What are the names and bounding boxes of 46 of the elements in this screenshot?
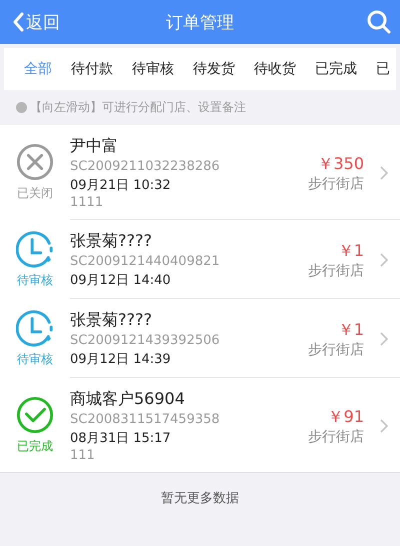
swipe-hint: 【向左滑动】可进行分配门店、设置备注 (30, 99, 246, 116)
store-name: 步行街店 (308, 174, 364, 192)
store-name: 步行街店 (308, 428, 364, 446)
order-time: 09月21日 10:32 (70, 177, 172, 195)
order-time: 08月31日 15:17 (70, 430, 172, 448)
order-amount: ￥1 (338, 240, 364, 262)
back-chevron-icon (12, 12, 24, 32)
order-item[interactable]: 商城客户56904 SC2008311517459358 08月31日 15:17 111 ￥91 步行街店 (70, 378, 400, 472)
order-number: SC2009121439392506 (70, 332, 221, 350)
search-icon[interactable] (366, 9, 392, 35)
status-label: 已完成 (17, 438, 53, 454)
order-time: 09月12日 14:39 (70, 351, 172, 369)
status-label: 待审核 (17, 272, 53, 289)
order-number: SC2009121440409821 (70, 253, 221, 271)
check-circle-icon (16, 396, 54, 434)
order-time: 09月12日 14:40 (70, 272, 172, 290)
order-note: 111 (70, 448, 96, 464)
store-name: 步行街店 (308, 262, 364, 280)
filter-tab[interactable]: 待付款 (71, 60, 113, 78)
filter-tab[interactable]: 待审核 (132, 60, 174, 78)
filter-tab[interactable]: 已 (376, 60, 390, 78)
status-label: 已关闭 (17, 185, 53, 202)
order-number: SC2009211032238286 (70, 158, 221, 176)
store-name: 步行街店 (308, 340, 364, 358)
customer-name: 商城客户56904 (70, 388, 186, 410)
order-amount: ￥350 (317, 154, 364, 174)
clock-icon (16, 309, 54, 347)
order-amount: ￥1 (338, 320, 364, 340)
customer-name: 张景菊???? (70, 230, 153, 252)
no-more-data-text: 暂无更多数据 (161, 490, 239, 507)
customer-name: 张景菊???? (70, 309, 153, 331)
customer-name: 尹中富 (70, 135, 119, 157)
clock-icon (16, 230, 54, 268)
filter-tab[interactable]: 已完成 (315, 60, 357, 78)
chevron-right-icon (380, 166, 388, 180)
status-label: 待审核 (17, 351, 53, 368)
order-number: SC2008311517459358 (70, 411, 221, 429)
order-amount: ￥91 (328, 406, 364, 428)
order-note: 1111 (70, 195, 104, 211)
chevron-right-icon (380, 332, 388, 346)
filter-tab[interactable]: 待发货 (193, 60, 235, 78)
filter-tab[interactable]: 待收货 (254, 60, 296, 78)
page-title: 订单管理 (166, 12, 234, 32)
chevron-right-icon (380, 253, 388, 267)
chevron-right-icon (380, 419, 388, 433)
close-circle-icon (16, 143, 54, 181)
